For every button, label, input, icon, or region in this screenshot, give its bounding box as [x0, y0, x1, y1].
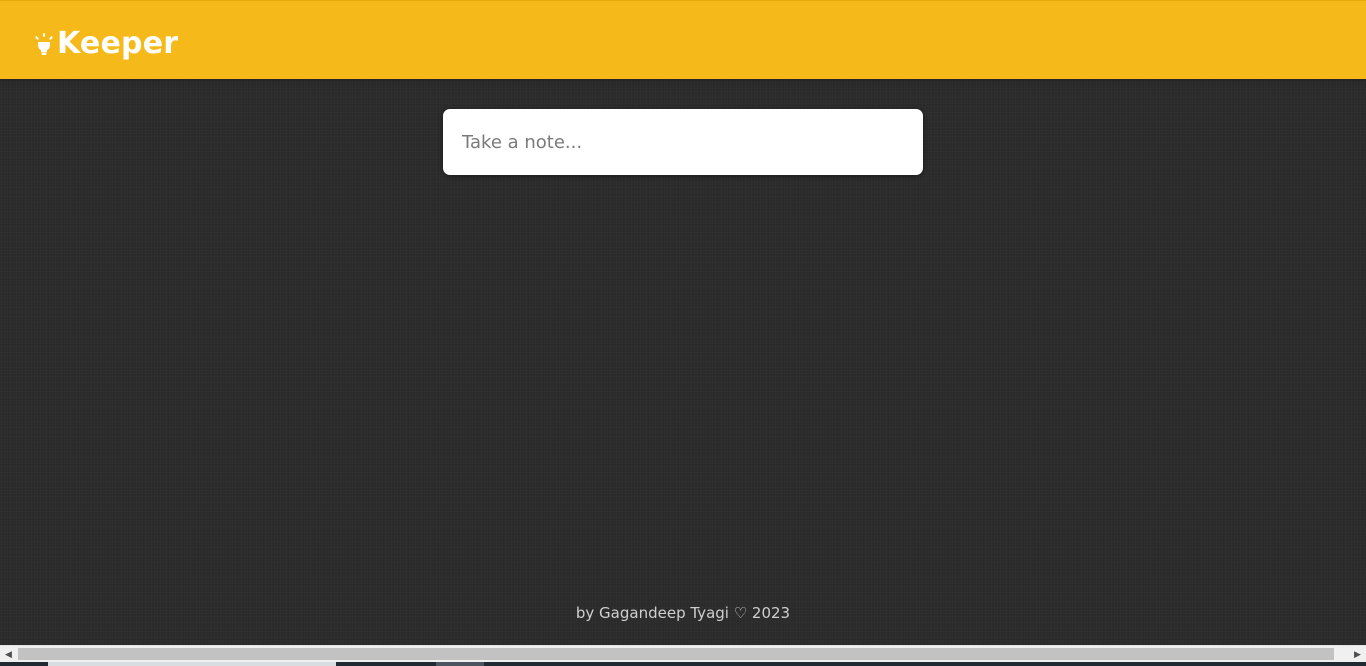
- brand-title: Keeper: [57, 26, 179, 61]
- horizontal-scrollbar[interactable]: ◀ ▶: [0, 645, 1366, 662]
- create-note-form: [443, 109, 923, 175]
- page: Keeper by Gagandeep Tyagi ♡ 2023 ◀ ▶: [0, 0, 1366, 666]
- scroll-left-icon[interactable]: ◀: [0, 646, 17, 662]
- scrollbar-thumb[interactable]: [18, 648, 1334, 660]
- scroll-right-icon[interactable]: ▶: [1349, 646, 1366, 662]
- taskbar-edge: [0, 662, 1366, 666]
- taskbar-segment: [436, 662, 484, 666]
- footer-credit: by Gagandeep Tyagi ♡ 2023: [575, 604, 791, 622]
- lightbulb-icon: [35, 33, 53, 55]
- taskbar-segment: [48, 662, 336, 666]
- app-header: Keeper: [0, 0, 1366, 79]
- take-note-input[interactable]: [443, 109, 923, 175]
- brand[interactable]: Keeper: [35, 27, 178, 61]
- footer: by Gagandeep Tyagi ♡ 2023: [0, 604, 1366, 623]
